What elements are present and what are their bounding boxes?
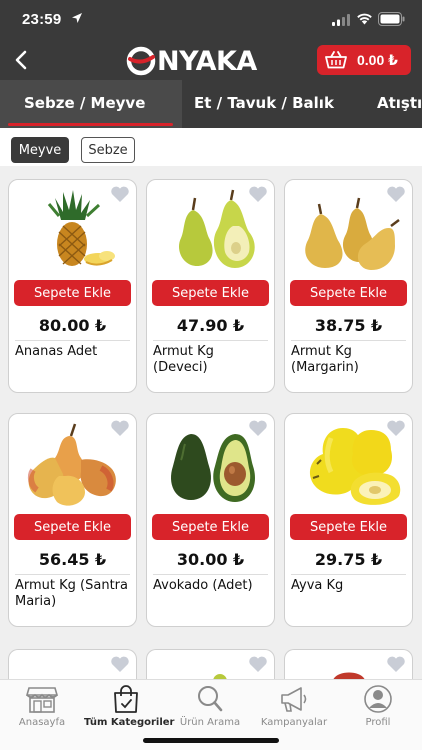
heart-icon[interactable] xyxy=(386,185,406,203)
divider xyxy=(291,574,406,575)
product-price: 56.45 ₺ xyxy=(38,550,107,569)
divider xyxy=(15,340,130,341)
fruit-image xyxy=(213,674,227,679)
product-price: 29.75 ₺ xyxy=(314,550,383,569)
product-card[interactable] xyxy=(146,649,275,679)
product-name: Ayva Kg xyxy=(291,578,344,593)
basket-icon xyxy=(325,51,347,69)
add-to-cart-button[interactable]: Sepete Ekle xyxy=(152,514,269,540)
product-price: 47.90 ₺ xyxy=(176,316,245,335)
search-icon xyxy=(198,686,223,712)
heart-icon[interactable] xyxy=(386,655,406,673)
filter-meyve[interactable]: Meyve xyxy=(11,137,69,163)
nav-kampanyalar[interactable]: Kampanyalar xyxy=(252,684,336,728)
cart-total: 0.00 ₺ xyxy=(357,51,398,68)
shopping-bag-icon xyxy=(114,685,138,713)
heart-icon[interactable] xyxy=(110,655,130,673)
product-card[interactable]: Sepete Ekle 56.45 ₺ Armut Kg (Santra Mar… xyxy=(8,413,137,627)
product-card[interactable] xyxy=(284,649,413,679)
app-header: NYAKA 0.00 ₺ xyxy=(0,40,422,80)
heart-icon[interactable] xyxy=(386,419,406,437)
nav-urun-arama[interactable]: Ürün Arama xyxy=(168,684,252,728)
product-name: Ananas Adet xyxy=(15,344,98,359)
add-to-cart-button[interactable]: Sepete Ekle xyxy=(290,514,407,540)
nav-anasayfa[interactable]: Anasayfa xyxy=(0,684,84,728)
heart-icon[interactable] xyxy=(110,419,130,437)
logo-text: NYAKA xyxy=(157,45,257,77)
category-tabs: Sebze / Meyve Et / Tavuk / Balık Atıştır xyxy=(0,80,422,128)
divider xyxy=(291,340,406,341)
product-name: Avokado (Adet) xyxy=(153,578,253,593)
battery-icon xyxy=(378,12,405,26)
store-icon xyxy=(25,687,59,713)
fruit-image xyxy=(333,672,365,679)
nav-label: Tüm Kategoriler xyxy=(84,717,175,728)
tab-et-tavuk-balik[interactable]: Et / Tavuk / Balık xyxy=(194,94,334,112)
nav-label: Profil xyxy=(365,717,391,728)
nav-label: Anasayfa xyxy=(18,717,66,728)
divider xyxy=(153,574,268,575)
product-price: 30.00 ₺ xyxy=(176,550,245,569)
heart-icon[interactable] xyxy=(248,419,268,437)
add-to-cart-button[interactable]: Sepete Ekle xyxy=(14,280,131,306)
back-button[interactable] xyxy=(8,46,34,74)
megaphone-icon xyxy=(281,687,307,712)
location-arrow-icon xyxy=(72,13,82,23)
chevron-left-icon xyxy=(15,50,27,70)
subcategory-filters: Meyve Sebze xyxy=(0,128,422,166)
status-time: 23:59 xyxy=(22,11,62,28)
add-to-cart-button[interactable]: Sepete Ekle xyxy=(14,514,131,540)
product-price: 80.00 ₺ xyxy=(38,316,107,335)
product-card[interactable]: Sepete Ekle 47.90 ₺ Armut Kg (Deveci) xyxy=(146,179,275,393)
product-list[interactable]: Meyve Sebze Sepete Ekle 80.00 ₺ Ananas A… xyxy=(0,128,422,679)
heart-icon[interactable] xyxy=(248,655,268,673)
nav-label: Ürün Arama xyxy=(179,717,241,728)
product-card[interactable]: Sepete Ekle 38.75 ₺ Armut Kg (Margarin) xyxy=(284,179,413,393)
filter-sebze[interactable]: Sebze xyxy=(81,137,135,163)
product-name: Armut Kg (Margarin) xyxy=(291,344,359,375)
wifi-icon xyxy=(357,13,372,25)
nav-tum-kategoriler[interactable]: Tüm Kategoriler xyxy=(84,684,175,728)
add-to-cart-button[interactable]: Sepete Ekle xyxy=(290,280,407,306)
nav-profil[interactable]: Profil xyxy=(336,684,420,728)
tab-sebze-meyve[interactable]: Sebze / Meyve xyxy=(24,94,145,112)
status-bar: 23:59 xyxy=(0,0,422,40)
product-card[interactable]: Sepete Ekle 80.00 ₺ Ananas Adet xyxy=(8,179,137,393)
home-indicator xyxy=(143,738,279,743)
divider xyxy=(153,340,268,341)
product-card[interactable]: Sepete Ekle 29.75 ₺ Ayva Kg xyxy=(284,413,413,627)
product-price: 38.75 ₺ xyxy=(314,316,383,335)
user-icon xyxy=(364,685,392,713)
divider xyxy=(15,574,130,575)
product-name: Armut Kg (Deveci) xyxy=(153,344,214,375)
heart-icon[interactable] xyxy=(110,185,130,203)
cart-button[interactable]: 0.00 ₺ xyxy=(317,45,411,75)
signal-icon xyxy=(332,14,350,26)
add-to-cart-button[interactable]: Sepete Ekle xyxy=(152,280,269,306)
logo-mark-icon xyxy=(126,46,156,76)
nav-label: Kampanyalar xyxy=(260,717,328,728)
product-name: Armut Kg (Santra Maria) xyxy=(15,578,128,609)
brand-logo[interactable]: NYAKA xyxy=(126,45,257,77)
tab-atistirmalik[interactable]: Atıştır xyxy=(377,94,422,112)
heart-icon[interactable] xyxy=(248,185,268,203)
active-tab-indicator xyxy=(8,123,173,126)
product-card[interactable]: Sepete Ekle 30.00 ₺ Avokado (Adet) xyxy=(146,413,275,627)
product-card[interactable] xyxy=(8,649,137,679)
